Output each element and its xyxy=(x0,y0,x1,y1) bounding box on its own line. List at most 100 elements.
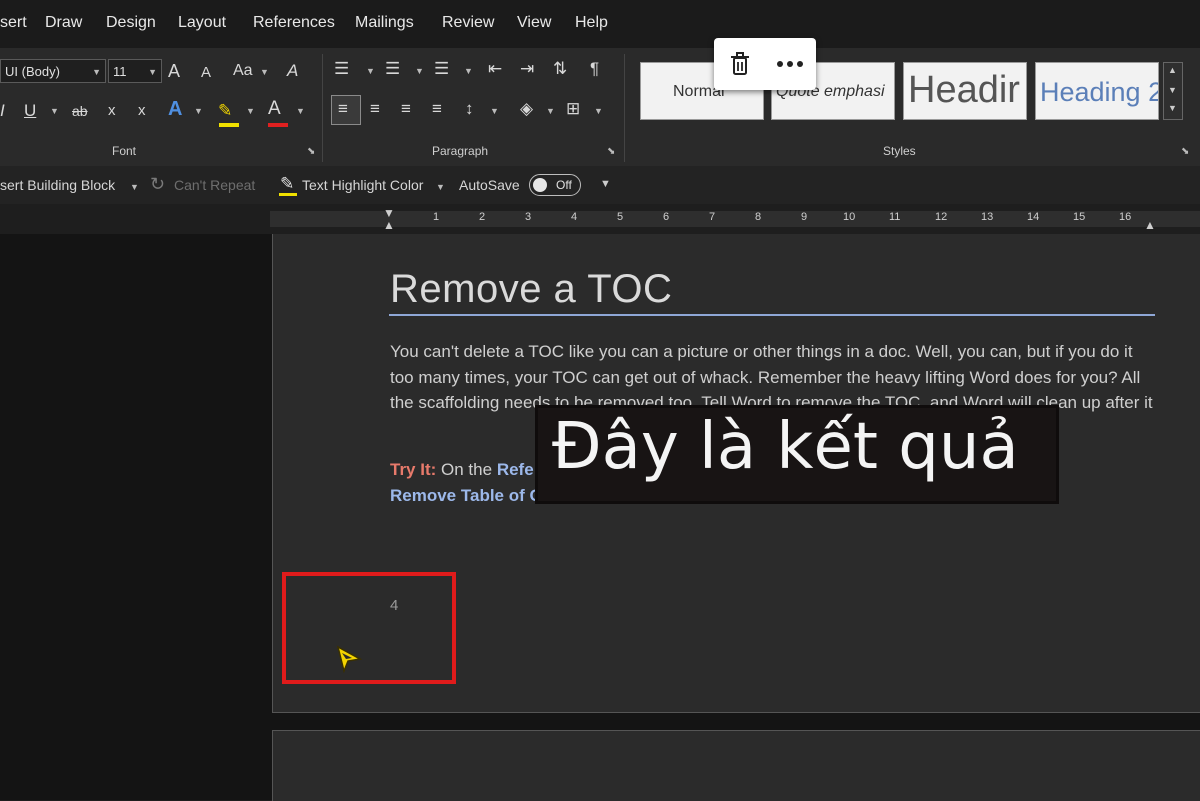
building-block-button[interactable]: sert Building Block xyxy=(0,177,115,193)
chevron-down-icon[interactable]: ▼ xyxy=(464,66,473,76)
bullets-icon[interactable]: ☰ xyxy=(334,58,349,80)
chevron-down-icon[interactable]: ▼ xyxy=(490,106,499,116)
menu-view[interactable]: View xyxy=(517,14,551,32)
menu-design[interactable]: Design xyxy=(106,14,156,32)
overlay-caption: Đây là kết quả xyxy=(538,408,1056,501)
highlight-color-bar xyxy=(219,123,239,127)
dialog-launcher-icon[interactable]: ⬊ xyxy=(1181,146,1189,157)
dialog-launcher-icon[interactable]: ⬊ xyxy=(307,146,315,157)
menu-bar: sert Draw Design Layout References Maili… xyxy=(0,0,1200,48)
horizontal-ruler[interactable]: ▼ ▲ ▲ 1 2 3 4 5 6 7 8 9 10 11 12 13 14 1… xyxy=(0,204,1200,234)
chevron-down-icon[interactable]: ▼ xyxy=(415,66,424,76)
text-effects-button[interactable]: A xyxy=(168,98,182,120)
overlay-caption-text: Đây là kết quả xyxy=(552,410,1019,484)
font-name-value: UI (Body) xyxy=(5,64,60,79)
superscript-button[interactable]: x xyxy=(138,100,146,122)
chevron-down-icon[interactable]: ▼ xyxy=(366,66,375,76)
show-formatting-button[interactable]: ¶ xyxy=(590,58,599,80)
ruler-tick: 13 xyxy=(981,211,994,223)
ruler-tick: 16 xyxy=(1119,211,1132,223)
group-divider xyxy=(322,54,323,162)
menu-help[interactable]: Help xyxy=(575,14,608,32)
document-canvas[interactable]: Remove a TOC You can't delete a TOC like… xyxy=(0,234,1200,801)
toggle-knob xyxy=(533,178,547,192)
ruler-tick: 11 xyxy=(889,211,901,223)
chevron-down-icon[interactable]: ▼ xyxy=(130,182,139,192)
autosave-toggle[interactable]: Off xyxy=(529,174,581,196)
shading-icon[interactable]: ◈ xyxy=(520,98,533,120)
ruler-tick: 14 xyxy=(1027,211,1040,223)
highlight-box xyxy=(282,572,456,684)
font-color-bar xyxy=(268,123,288,127)
grow-font-button[interactable]: A xyxy=(168,60,180,82)
underline-button[interactable]: U xyxy=(24,100,36,122)
try-it-text: On the xyxy=(441,460,493,479)
highlight-pen-icon[interactable]: ✎ xyxy=(218,100,232,122)
highlight-pen-icon[interactable]: ✎ xyxy=(280,174,294,194)
menu-layout[interactable]: Layout xyxy=(178,14,226,32)
menu-insert[interactable]: sert xyxy=(0,14,27,32)
align-right-icon[interactable]: ≡ xyxy=(401,98,411,120)
ruler-tick: 12 xyxy=(935,211,948,223)
ellipsis-icon[interactable] xyxy=(776,60,804,68)
align-left-icon: ≡ xyxy=(338,99,348,118)
chevron-down-icon[interactable]: ▼ xyxy=(436,182,445,192)
increase-indent-icon[interactable]: ⇥ xyxy=(520,58,534,80)
dialog-launcher-icon[interactable]: ⬊ xyxy=(607,146,615,157)
chevron-down-icon[interactable]: ▼ xyxy=(546,106,555,116)
font-name-dropdown[interactable]: UI (Body) ▼ xyxy=(0,59,106,83)
change-case-button[interactable]: Aa xyxy=(233,60,253,82)
justify-icon[interactable]: ≡ xyxy=(432,98,442,120)
menu-mailings[interactable]: Mailings xyxy=(355,14,414,32)
references-link[interactable]: Refe xyxy=(497,460,534,479)
numbering-icon[interactable]: ☰ xyxy=(385,58,400,80)
borders-icon[interactable]: ⊞ xyxy=(566,98,580,120)
clear-formatting-icon[interactable]: A xyxy=(287,60,298,82)
chevron-down-icon[interactable]: ▼ xyxy=(296,106,305,116)
text-highlight-color-button[interactable]: Text Highlight Color xyxy=(302,177,423,193)
quick-access-toolbar: sert Building Block ▼ ↻ Can't Repeat ✎ T… xyxy=(0,166,1200,204)
chevron-up-icon[interactable]: ▲ xyxy=(1168,65,1177,75)
remove-toc-link[interactable]: Remove Table of C xyxy=(390,486,542,505)
chevron-down-icon[interactable]: ▼ xyxy=(1168,85,1177,95)
next-document-page[interactable] xyxy=(272,730,1200,801)
multilevel-list-icon[interactable]: ☰ xyxy=(434,58,449,80)
style-heading1-label: Headir xyxy=(908,69,1020,111)
gallery-expand-icon[interactable]: ▼ xyxy=(1168,103,1177,113)
line-spacing-icon[interactable]: ↕ xyxy=(465,98,474,120)
menu-review[interactable]: Review xyxy=(442,14,494,32)
italic-icon[interactable]: I xyxy=(0,100,5,122)
font-size-dropdown[interactable]: 11 ▼ xyxy=(108,59,162,83)
chevron-down-icon[interactable]: ▼ xyxy=(594,106,603,116)
ruler-tick: 15 xyxy=(1073,211,1086,223)
chevron-down-icon[interactable]: ▼ xyxy=(246,106,255,116)
ruler-tick: 7 xyxy=(709,211,716,223)
style-heading-2[interactable]: Heading 2 xyxy=(1035,62,1159,120)
chevron-down-icon[interactable]: ▼ xyxy=(194,106,203,116)
group-divider xyxy=(624,54,625,162)
heading-underline xyxy=(389,314,1155,316)
ruler-tick: 5 xyxy=(617,211,624,223)
right-indent-marker[interactable]: ▲ xyxy=(1144,218,1156,232)
body-paragraph[interactable]: You can't delete a TOC like you can a pi… xyxy=(390,339,1160,416)
try-it-label: Try It: xyxy=(390,460,437,479)
font-color-button[interactable]: A xyxy=(268,98,281,120)
shrink-font-button[interactable]: A xyxy=(201,62,211,84)
decrease-indent-icon[interactable]: ⇤ xyxy=(488,58,502,80)
sort-icon[interactable]: ⇅ xyxy=(553,58,567,80)
subscript-button[interactable]: x xyxy=(108,100,116,122)
chevron-down-icon[interactable]: ▼ xyxy=(260,67,269,77)
styles-gallery-scroll[interactable]: ▲ ▼ ▼ xyxy=(1163,62,1183,120)
customize-qat-icon[interactable]: ▼ xyxy=(600,178,611,190)
align-center-icon[interactable]: ≡ xyxy=(370,98,380,120)
left-indent-marker[interactable]: ▲ xyxy=(383,218,395,232)
menu-references[interactable]: References xyxy=(253,14,335,32)
highlight-color-bar xyxy=(279,193,297,196)
document-heading[interactable]: Remove a TOC xyxy=(390,267,672,312)
trash-icon[interactable] xyxy=(730,52,750,76)
menu-draw[interactable]: Draw xyxy=(45,14,82,32)
paragraph-group-label: Paragraph xyxy=(432,144,489,158)
strikethrough-button[interactable]: ab xyxy=(72,100,88,122)
style-heading-1[interactable]: Headir xyxy=(903,62,1027,120)
chevron-down-icon[interactable]: ▼ xyxy=(50,106,59,116)
